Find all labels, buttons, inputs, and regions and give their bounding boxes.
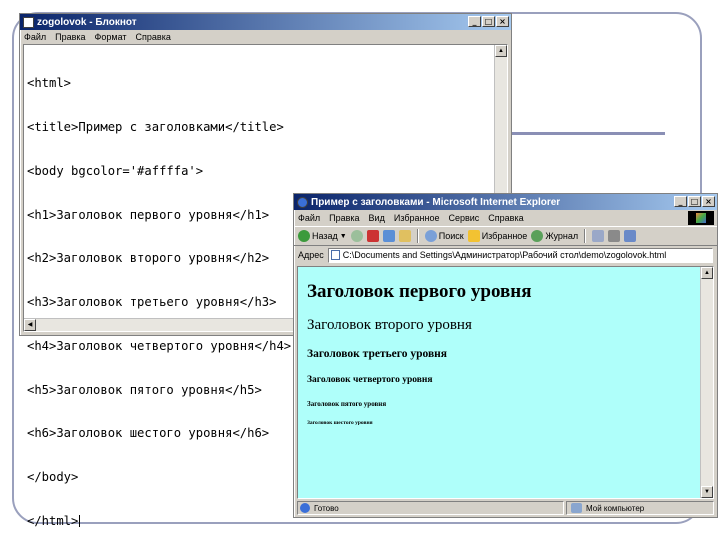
scroll-up-icon[interactable]: ▲ — [701, 267, 713, 279]
toolbar-separator — [416, 229, 419, 243]
browser-title: Пример с заголовками - Microsoft Interne… — [311, 196, 561, 208]
zone-text: Мой компьютер — [586, 503, 645, 513]
chevron-down-icon: ▼ — [339, 232, 347, 240]
scroll-left-icon[interactable]: ◀ — [24, 319, 36, 331]
source-line: <body bgcolor='#affffa'> — [27, 163, 204, 178]
address-bar: Адрес C:\Documents and Settings\Админист… — [294, 246, 717, 264]
heading-level-6: Заголовок шестого уровня — [307, 420, 373, 426]
browser-menubar: Файл Правка Вид Избранное Сервис Справка — [294, 210, 717, 226]
status-zone: Мой компьютер — [566, 501, 714, 515]
notepad-icon — [23, 16, 34, 28]
source-line: </html> — [27, 514, 79, 528]
menu-help[interactable]: Справка — [136, 32, 171, 42]
status-bar: Готово Мой компьютер — [297, 501, 714, 515]
close-button[interactable]: × — [702, 196, 715, 207]
menu-favorites[interactable]: Избранное — [394, 213, 440, 223]
notepad-menubar: Файл Правка Формат Справка — [20, 30, 511, 44]
rendered-document: Заголовок первого уровня Заголовок второ… — [307, 281, 699, 426]
history-label: Журнал — [545, 231, 579, 241]
maximize-button[interactable]: □ — [482, 16, 495, 27]
favorites-button[interactable]: Избранное — [467, 230, 528, 242]
search-icon — [424, 230, 437, 242]
back-arrow-icon — [298, 230, 310, 242]
windows-logo-icon — [688, 211, 714, 225]
favorites-star-icon — [467, 230, 480, 242]
maximize-button[interactable]: □ — [688, 196, 701, 207]
notepad-title: zogolovok - Блокнот — [37, 16, 137, 28]
page-icon — [330, 250, 340, 260]
favorites-label: Избранное — [481, 231, 528, 241]
browser-toolbar: Назад ▼ Поиск Избранное Журнал — [294, 226, 717, 246]
search-label: Поиск — [438, 231, 464, 241]
page-done-icon — [300, 503, 310, 513]
heading-level-2: Заголовок второго уровня — [307, 317, 472, 333]
my-computer-icon — [571, 503, 582, 513]
heading-level-4: Заголовок четвертого уровня — [307, 375, 433, 385]
refresh-icon[interactable] — [382, 230, 395, 242]
menu-view[interactable]: Вид — [369, 213, 385, 223]
status-left: Готово — [297, 501, 564, 515]
browser-titlebar[interactable]: Пример с заголовками - Microsoft Interne… — [294, 194, 717, 210]
text-caret — [79, 515, 81, 527]
browser-vertical-scrollbar[interactable]: ▲ ▼ — [700, 267, 713, 498]
history-button[interactable]: Журнал — [531, 230, 578, 242]
address-label: Адрес — [298, 250, 324, 260]
browser-page-content[interactable]: Заголовок первого уровня Заголовок второ… — [297, 266, 714, 499]
toolbar-separator — [584, 229, 587, 243]
print-icon[interactable] — [608, 230, 621, 242]
home-icon[interactable] — [398, 230, 411, 242]
menu-tools[interactable]: Сервис — [448, 213, 479, 223]
menu-edit[interactable]: Правка — [329, 213, 359, 223]
forward-arrow-icon[interactable] — [350, 230, 363, 242]
source-line: <title>Пример с заголовками</title> — [27, 119, 284, 134]
stop-icon[interactable] — [366, 230, 379, 242]
slide-decoration-line — [512, 132, 665, 135]
browser-window: Пример с заголовками - Microsoft Interne… — [293, 193, 718, 518]
heading-level-5: Заголовок пятого уровня — [307, 400, 387, 408]
history-icon — [531, 230, 544, 242]
menu-file[interactable]: Файл — [24, 32, 46, 42]
source-line: <html> — [27, 76, 72, 91]
scroll-down-icon[interactable]: ▼ — [701, 486, 713, 498]
menu-file[interactable]: Файл — [298, 213, 320, 223]
minimize-button[interactable]: _ — [468, 16, 481, 27]
mail-icon[interactable] — [592, 230, 605, 242]
address-input[interactable]: C:\Documents and Settings\Администратор\… — [327, 247, 713, 263]
menu-edit[interactable]: Правка — [55, 32, 85, 42]
menu-format[interactable]: Формат — [95, 32, 127, 42]
close-button[interactable]: × — [496, 16, 509, 27]
heading-level-3: Заголовок третьего уровня — [307, 348, 448, 360]
back-label: Назад — [312, 231, 338, 241]
back-button[interactable]: Назад ▼ — [298, 230, 347, 242]
minimize-button[interactable]: _ — [674, 196, 687, 207]
ie-logo-icon — [297, 196, 308, 208]
address-value: C:\Documents and Settings\Администратор\… — [342, 250, 667, 260]
menu-help[interactable]: Справка — [488, 213, 523, 223]
edit-icon[interactable] — [624, 230, 637, 242]
status-text: Готово — [314, 503, 339, 513]
scroll-up-icon[interactable]: ▲ — [495, 45, 507, 57]
notepad-titlebar[interactable]: zogolovok - Блокнот _ □ × — [20, 14, 511, 30]
search-button[interactable]: Поиск — [424, 230, 464, 242]
heading-level-1: Заголовок первого уровня — [307, 281, 532, 302]
